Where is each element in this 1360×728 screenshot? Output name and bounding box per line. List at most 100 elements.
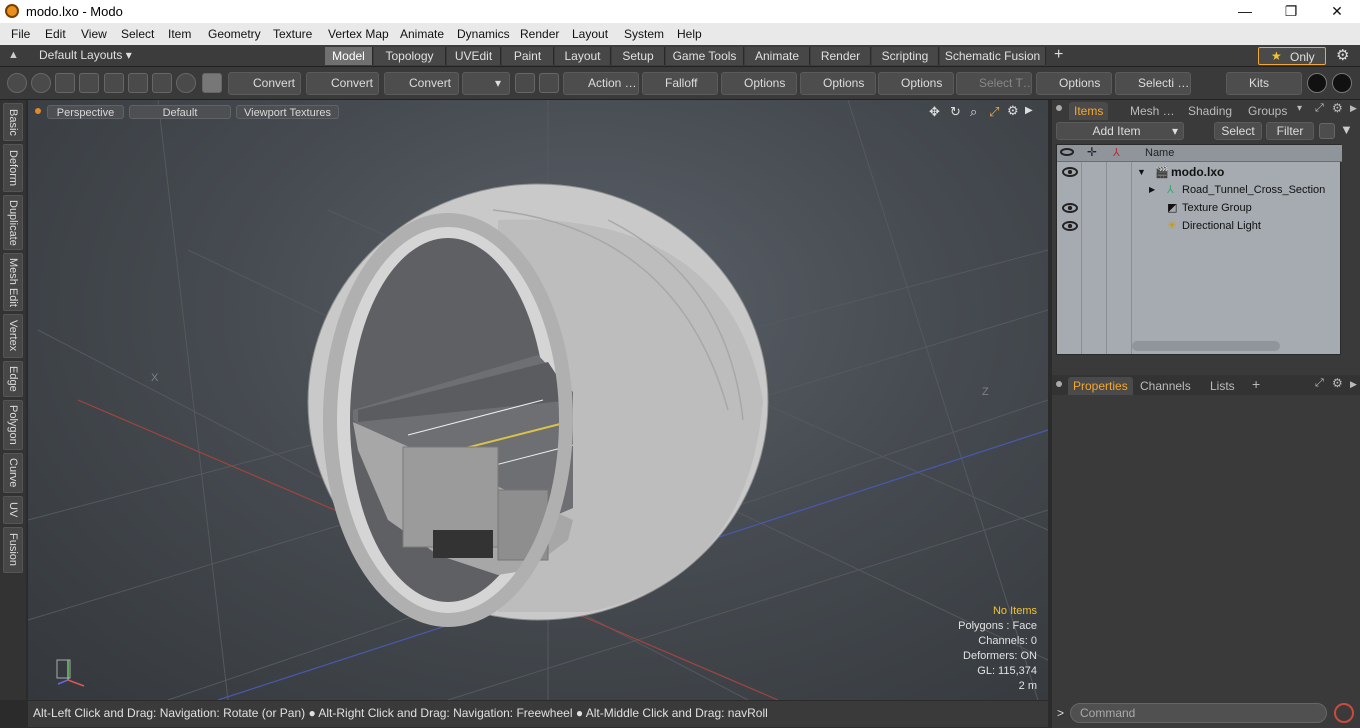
options-button-4[interactable]: Options: [1036, 72, 1112, 95]
tab-groups[interactable]: Groups: [1243, 102, 1292, 120]
tab-game-tools[interactable]: Game Tools: [666, 47, 744, 65]
panel-menu-icon[interactable]: ⚙: [1332, 101, 1343, 115]
viewport-gear-icon[interactable]: ⚙: [1007, 103, 1019, 119]
tab-animate[interactable]: Animate: [745, 47, 810, 65]
maximize-button[interactable]: ❐: [1268, 0, 1314, 23]
tab-curve[interactable]: Curve: [3, 453, 23, 493]
unity-icon[interactable]: [1307, 73, 1327, 93]
layouts-dropdown[interactable]: Default Layouts ▾: [39, 48, 132, 62]
action-center-button[interactable]: Action …: [563, 72, 639, 95]
vertex-mode-icon[interactable]: [7, 73, 27, 93]
tab-layout[interactable]: Layout: [555, 47, 611, 65]
tab-lists[interactable]: Lists: [1205, 377, 1240, 395]
menu-item[interactable]: Item: [168, 27, 191, 41]
tab-mesh[interactable]: Mesh …: [1125, 102, 1180, 120]
perspective-dropdown[interactable]: Perspective: [47, 105, 124, 119]
settings-gear-icon[interactable]: ⚙: [1336, 46, 1349, 64]
unreal-icon[interactable]: [1332, 73, 1352, 93]
menu-view[interactable]: View: [81, 27, 107, 41]
tab-channels[interactable]: Channels: [1135, 377, 1196, 395]
snapping-icon[interactable]: [539, 73, 559, 93]
tab-uv[interactable]: UV: [3, 496, 23, 524]
menu-render[interactable]: Render: [520, 27, 559, 41]
layout-collapse-icon[interactable]: ▲: [8, 49, 19, 61]
item-mode-icon[interactable]: [79, 73, 99, 93]
zoom-view-icon[interactable]: ⌕: [970, 104, 977, 120]
auto-select-icon[interactable]: [176, 73, 196, 93]
polygon-mode-icon[interactable]: [55, 73, 75, 93]
rotate-view-icon[interactable]: ↻: [950, 104, 961, 120]
command-input[interactable]: Command: [1070, 703, 1327, 723]
tab-duplicate[interactable]: Duplicate: [3, 195, 23, 250]
add-tab-icon[interactable]: +: [1054, 46, 1063, 64]
items-panel-menu-icon[interactable]: [1056, 105, 1062, 111]
tree-row-scene[interactable]: ▼ 🎬 modo.lxo: [1057, 163, 1342, 181]
lock-col-icon[interactable]: ✛: [1087, 145, 1097, 159]
fit-view-icon[interactable]: ⤢: [989, 104, 999, 120]
material-mode-icon[interactable]: [104, 73, 124, 93]
tab-schematic-fusion[interactable]: Schematic Fusion: [940, 47, 1046, 65]
tab-polygon[interactable]: Polygon: [3, 400, 23, 450]
tab-scripting[interactable]: Scripting: [872, 47, 939, 65]
eye-icon[interactable]: [1062, 203, 1078, 213]
tab-edge[interactable]: Edge: [3, 361, 23, 397]
select-button[interactable]: Select: [1214, 122, 1262, 140]
panel-collapse-icon[interactable]: ▶: [1350, 103, 1357, 114]
add-props-tab-icon[interactable]: +: [1252, 376, 1260, 392]
tab-basic[interactable]: Basic: [3, 103, 23, 141]
expand-arrow-icon[interactable]: ▼: [1137, 163, 1146, 181]
3d-viewport[interactable]: Perspective Default Viewport Textures ✥ …: [28, 100, 1048, 700]
tree-row-mesh[interactable]: ▶ ⅄ Road_Tunnel_Cross_Section: [1057, 181, 1342, 199]
tab-shading[interactable]: Shading: [1183, 102, 1237, 120]
visibility-col-icon[interactable]: [1060, 148, 1074, 156]
minimize-button[interactable]: —: [1222, 0, 1268, 23]
tab-render[interactable]: Render: [811, 47, 871, 65]
default-shading-dropdown[interactable]: Default: [129, 105, 231, 119]
locator-col-icon[interactable]: ⅄: [1113, 146, 1120, 159]
props-panel-menu-icon[interactable]: [1056, 381, 1062, 387]
menu-layout[interactable]: Layout: [572, 27, 608, 41]
props-menu-icon[interactable]: ⚙: [1332, 376, 1343, 390]
props-popout-icon[interactable]: ⤢: [1315, 377, 1324, 390]
tab-uvedit[interactable]: UVEdit: [447, 47, 501, 65]
center-mode-icon[interactable]: [152, 73, 172, 93]
tab-vertex[interactable]: Vertex: [3, 314, 23, 358]
shaded-cube-icon[interactable]: [202, 73, 222, 93]
tab-items[interactable]: Items: [1069, 102, 1109, 120]
menu-texture[interactable]: Texture: [273, 27, 312, 41]
tree-row-light[interactable]: ☀ Directional Light: [1057, 217, 1342, 235]
only-toggle[interactable]: ★ Only: [1258, 47, 1326, 65]
eye-icon[interactable]: [1062, 167, 1078, 177]
falloff-button[interactable]: Falloff: [642, 72, 718, 95]
tab-fusion[interactable]: Fusion: [3, 527, 23, 573]
tree-row-texture-group[interactable]: ◩ Texture Group: [1057, 199, 1342, 217]
kits-button[interactable]: Kits: [1226, 72, 1302, 95]
move-view-icon[interactable]: ✥: [929, 104, 940, 120]
tab-properties[interactable]: Properties: [1068, 377, 1133, 395]
tab-model[interactable]: Model: [325, 47, 373, 65]
viewport-expand-icon[interactable]: ▶: [1025, 105, 1033, 116]
menu-file[interactable]: File: [11, 27, 30, 41]
tab-topology[interactable]: Topology: [374, 47, 446, 65]
menu-system[interactable]: System: [624, 27, 664, 41]
viewport-textures-dropdown[interactable]: Viewport Textures: [236, 105, 339, 119]
convert-button-3[interactable]: Convert: [384, 72, 459, 95]
menu-vertex-map[interactable]: Vertex Map: [328, 27, 389, 41]
selection-button[interactable]: Selecti …: [1115, 72, 1191, 95]
tab-paint[interactable]: Paint: [502, 47, 554, 65]
menu-edit[interactable]: Edit: [45, 27, 66, 41]
viewport-menu-dot-icon[interactable]: [35, 108, 41, 114]
tab-setup[interactable]: Setup: [612, 47, 665, 65]
eye-icon[interactable]: [1062, 221, 1078, 231]
props-collapse-icon[interactable]: ▶: [1350, 379, 1357, 390]
tab-deform[interactable]: Deform: [3, 144, 23, 192]
convert-button-1[interactable]: Convert: [228, 72, 301, 95]
menu-help[interactable]: Help: [677, 27, 702, 41]
filter-button[interactable]: Filter: [1266, 122, 1314, 140]
edge-mode-icon[interactable]: [31, 73, 51, 93]
list-options-icon[interactable]: [1319, 123, 1335, 139]
menu-dynamics[interactable]: Dynamics: [457, 27, 510, 41]
add-item-button[interactable]: Add Item ▾: [1056, 122, 1184, 140]
tab-mesh-edit[interactable]: Mesh Edit: [3, 253, 23, 311]
menu-animate[interactable]: Animate: [400, 27, 444, 41]
